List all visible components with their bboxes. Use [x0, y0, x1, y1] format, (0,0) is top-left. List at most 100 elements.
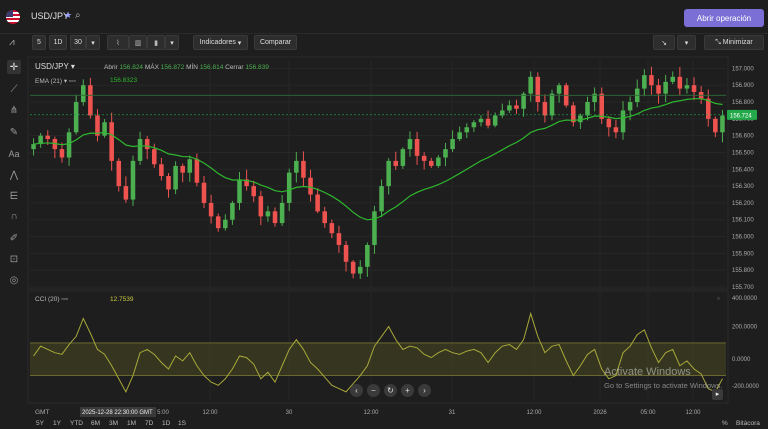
- candle-body: [670, 76, 676, 82]
- pane-maximize-icon[interactable]: ▫: [717, 294, 720, 303]
- magnet-icon[interactable]: ∩: [7, 209, 21, 223]
- crosshair-icon[interactable]: ✛: [7, 60, 21, 74]
- range-1s[interactable]: 1S: [178, 420, 186, 427]
- time-tick-label: 12:00: [202, 410, 218, 416]
- candle-body: [613, 127, 619, 133]
- brush-icon[interactable]: ✎: [7, 125, 21, 139]
- pencil-icon[interactable]: ✐: [7, 231, 21, 245]
- zoom-out-icon[interactable]: −: [367, 384, 380, 397]
- candle-body: [464, 127, 470, 133]
- usd-flag-icon: [6, 10, 20, 24]
- open-trade-button[interactable]: Abrir operación: [684, 9, 764, 27]
- candle-body: [237, 179, 242, 203]
- candle-body: [80, 85, 86, 103]
- time-tick-label: 12:00: [526, 410, 542, 416]
- indicators-button[interactable]: Indicadores ▾: [193, 35, 248, 50]
- candle-body: [393, 160, 399, 166]
- candle-body: [400, 149, 406, 166]
- range-1d[interactable]: 1D: [162, 420, 170, 427]
- candle-body: [379, 186, 384, 212]
- minimize-button[interactable]: ⤡ Minimizar: [704, 35, 764, 50]
- candle-body: [343, 244, 349, 262]
- range-5y[interactable]: 5Y: [36, 420, 44, 427]
- range-6m[interactable]: 6M: [91, 420, 100, 427]
- interval-dropdown-icon[interactable]: ▾: [86, 35, 100, 50]
- candle-body: [201, 182, 207, 203]
- windows-activation-hint: Go to Settings to activate Windows.: [604, 381, 723, 390]
- candle-body: [230, 202, 235, 220]
- time-tick-label: 05:00: [640, 410, 656, 416]
- compare-button[interactable]: Comparar: [254, 35, 297, 50]
- header-bar: USD/JPY ★ ⌕ Abrir operación: [0, 0, 768, 34]
- candle-body: [428, 160, 434, 166]
- trend-line-icon[interactable]: ⟋: [7, 82, 21, 96]
- candle-body: [578, 115, 583, 123]
- search-icon[interactable]: ⌕: [75, 10, 81, 21]
- chart-type-dropdown-icon[interactable]: ▾: [165, 35, 179, 50]
- fib-tool-icon[interactable]: ⋿: [7, 189, 21, 203]
- hide-drawings-icon[interactable]: ◎: [7, 273, 21, 287]
- price-tick-label: 156.200: [732, 201, 754, 207]
- fork-tool-icon[interactable]: ⋔: [7, 103, 21, 117]
- open-label: Abrir: [104, 64, 118, 71]
- range-1m[interactable]: 1M: [127, 420, 136, 427]
- candle-body: [485, 118, 491, 126]
- candle-body: [102, 122, 107, 136]
- candle-body: [73, 102, 79, 133]
- go-to-realtime-icon[interactable]: ▸: [712, 389, 723, 400]
- legend-symbol[interactable]: USD/JPY ▾: [35, 62, 75, 71]
- range-3m[interactable]: 3M: [109, 420, 118, 427]
- candle-body: [642, 75, 647, 89]
- time-tick-label: 12:00: [363, 410, 379, 416]
- journal-toggle[interactable]: Bitácora: [736, 420, 760, 427]
- cci-legend[interactable]: CCI (20) ▫▫▫: [35, 296, 68, 303]
- cci-value: 12.7539: [110, 296, 134, 303]
- chart-type-icon[interactable]: ⩘: [9, 37, 15, 48]
- range-1y[interactable]: 1Y: [53, 420, 61, 427]
- ema-legend[interactable]: EMA (21) ▾ ▫▫▫: [35, 77, 76, 85]
- cci-tick-label: 200.0000: [732, 325, 758, 331]
- interval-30-button[interactable]: 30: [70, 35, 86, 50]
- price-tick-label: 155.900: [732, 251, 754, 257]
- candle-body: [45, 135, 51, 140]
- lock-icon[interactable]: ⊡: [7, 252, 21, 266]
- candle-body: [208, 202, 214, 217]
- scroll-right-icon[interactable]: ›: [418, 384, 431, 397]
- candle-body: [159, 164, 164, 177]
- candle-body: [315, 194, 320, 212]
- candle-body: [180, 165, 185, 173]
- price-tick-label: 156.500: [732, 150, 754, 156]
- candle-body: [684, 85, 690, 89]
- time-tick-label: 5:00: [157, 410, 169, 416]
- line-chart-icon[interactable]: ⌇: [107, 35, 129, 50]
- pattern-tool-icon[interactable]: ⋀: [7, 168, 21, 182]
- candle-body: [308, 177, 313, 195]
- draw-arrow-icon[interactable]: ↘: [653, 35, 675, 50]
- zoom-in-icon[interactable]: +: [401, 384, 414, 397]
- candle-body: [649, 75, 654, 86]
- price-tick-label: 156.800: [732, 100, 754, 106]
- interval-1d-button[interactable]: 1D: [49, 35, 67, 50]
- favorite-star-icon[interactable]: ★: [64, 10, 72, 21]
- interval-5-button[interactable]: 5: [32, 35, 46, 50]
- price-tick-label: 155.800: [732, 268, 754, 274]
- candle-body: [528, 76, 533, 94]
- candle-body: [301, 160, 306, 178]
- ema-label: EMA (21): [35, 78, 63, 85]
- price-tick-label: 156.000: [732, 235, 754, 241]
- candlestick-icon[interactable]: ▮: [147, 35, 165, 50]
- reset-icon[interactable]: ↻: [384, 384, 397, 397]
- price-tick-label: 156.100: [732, 218, 754, 224]
- draw-dropdown-icon[interactable]: ▾: [677, 35, 696, 50]
- range-7d[interactable]: 7D: [145, 420, 153, 427]
- time-tick-label: 2026: [593, 410, 607, 416]
- scroll-left-icon[interactable]: ‹: [350, 384, 363, 397]
- log-scale-toggle[interactable]: %: [722, 420, 728, 427]
- range-ytd[interactable]: YTD: [70, 420, 83, 427]
- candle-body: [713, 118, 718, 133]
- timezone-label[interactable]: GMT: [35, 409, 49, 416]
- area-chart-icon[interactable]: ▥: [129, 35, 147, 50]
- time-tick-label: 30: [286, 410, 293, 416]
- text-tool-icon[interactable]: Aa: [7, 147, 21, 161]
- minimize-icon: ⤡: [715, 38, 721, 46]
